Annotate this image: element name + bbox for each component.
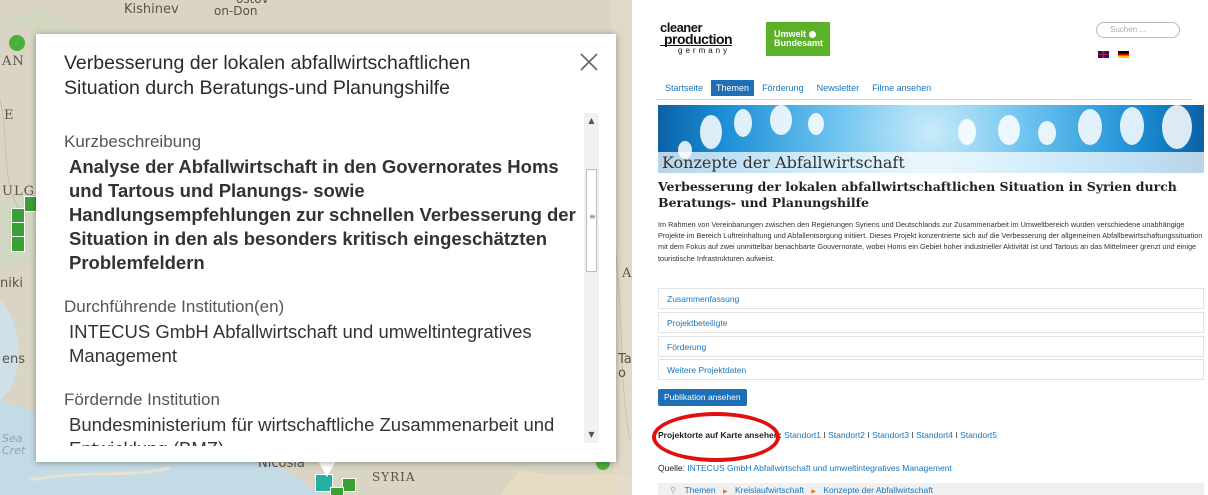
cleaner-production-logo[interactable]: cleaner production germany — [660, 21, 733, 56]
umweltbundesamt-logo[interactable]: Umwelt Bundesamt — [766, 22, 830, 56]
nav-item-themen[interactable]: Themen — [711, 79, 755, 96]
map-label-e: E — [4, 108, 15, 123]
accordion-zusammenfassung[interactable]: Zusammenfassung — [658, 288, 1204, 309]
nav-item-startseite[interactable]: Startseite — [660, 80, 708, 96]
field-label-foerdernde-institution: Fördernde Institution — [64, 390, 220, 409]
map-label-syria: SYRIA — [372, 470, 416, 484]
location-link-2[interactable]: Standort2 — [828, 430, 865, 440]
map-view[interactable]: Kishinev ostov on-Don AN E ULG niki ens … — [0, 0, 632, 495]
map-marker[interactable] — [342, 478, 356, 492]
location-pin-icon: ⚲ — [670, 485, 677, 495]
source-link[interactable]: INTECUS GmbH Abfallwirtschaft und umwelt… — [687, 463, 952, 473]
publication-button[interactable]: Publikation ansehen — [658, 389, 747, 406]
field-value-institution: INTECUS GmbH Abfallwirtschaft und umwelt… — [69, 321, 532, 366]
accordion-weitere-projektdaten[interactable]: Weitere Projektdaten — [658, 359, 1204, 380]
field-label-kurzbeschreibung: Kurzbeschreibung — [64, 132, 202, 151]
popup-pointer — [318, 461, 336, 477]
map-label-ens: ens — [2, 352, 26, 367]
location-link-4[interactable]: Standort4 — [916, 430, 953, 440]
nav-item-newsletter[interactable]: Newsletter — [812, 80, 865, 96]
map-label-cret: Cret — [2, 444, 26, 457]
main-nav: Startseite Themen Förderung Newsletter F… — [660, 79, 939, 96]
scroll-down-icon[interactable]: ▼ — [584, 427, 599, 443]
map-label-a: A — [622, 266, 632, 281]
field-value-kurzbeschreibung: Analyse der Abfallwirtschaft in den Gove… — [69, 156, 576, 273]
chevron-right-icon: ▶ — [723, 489, 728, 495]
breadcrumb: ⚲ Themen ▶ Kreislaufwirtschaft ▶ Konzept… — [658, 483, 1204, 495]
map-label-an: AN — [2, 54, 25, 69]
location-link-3[interactable]: Standort3 — [872, 430, 909, 440]
breadcrumb-item-themen[interactable]: Themen — [684, 485, 715, 495]
close-icon[interactable] — [577, 50, 601, 74]
intro-text: Im Rahmen von Vereinbarungen zwischen de… — [658, 220, 1203, 263]
de-flag-icon[interactable] — [1118, 51, 1130, 58]
topic-banner: Konzepte der Abfallwirtschaft — [658, 105, 1204, 173]
source-line: Quelle: INTECUS GmbH Abfallwirtschaft un… — [658, 463, 952, 473]
uk-flag-icon[interactable] — [1098, 51, 1109, 58]
scrollbar-thumb[interactable]: ≡ — [586, 169, 597, 272]
accordion-projektbeteiligte[interactable]: Projektbeteiligte — [658, 312, 1204, 333]
map-marker[interactable] — [9, 35, 25, 51]
web-page: cleaner production germany Umwelt Bundes… — [652, 0, 1208, 495]
divider — [656, 99, 1192, 100]
article-title: Verbesserung der lokalen abfallwirtschaf… — [658, 179, 1177, 210]
map-label-niki: niki — [0, 276, 23, 291]
scroll-up-icon[interactable]: ▲ — [584, 113, 599, 129]
map-label-ta: Ta — [618, 352, 632, 367]
accordion-foerderung[interactable]: Förderung — [658, 336, 1204, 357]
grip-icon: ≡ — [589, 212, 596, 221]
location-link-5[interactable]: Standort5 — [960, 430, 997, 440]
popup-content[interactable]: Kurzbeschreibung Analyse der Abfallwirts… — [64, 132, 589, 446]
map-label-on-don: on-Don — [214, 4, 258, 18]
map-popup: Verbesserung der lokalen abfallwirtschaf… — [36, 34, 616, 462]
logo-text: Bundesamt — [774, 38, 824, 48]
map-marker[interactable] — [330, 487, 344, 495]
map-marker[interactable] — [11, 236, 25, 252]
field-label-institution: Durchführende Institution(en) — [64, 297, 285, 316]
field-value-foerdernde-institution: Bundesministerium für wirtschaftliche Zu… — [69, 414, 555, 446]
breadcrumb-item-konzepte[interactable]: Konzepte der Abfallwirtschaft — [823, 485, 933, 495]
search-input[interactable]: Suchen ... — [1096, 22, 1180, 38]
highlight-annotation — [652, 412, 780, 462]
nav-item-filme[interactable]: Filme ansehen — [867, 80, 936, 96]
banner-title: Konzepte der Abfallwirtschaft — [662, 153, 905, 172]
popup-scrollbar[interactable]: ▲ ≡ ▼ — [584, 113, 599, 443]
location-link-1[interactable]: Standort1 — [784, 430, 821, 440]
logo-text: germany — [678, 46, 731, 55]
breadcrumb-item-kreislaufwirtschaft[interactable]: Kreislaufwirtschaft — [735, 485, 804, 495]
popup-title: Verbesserung der lokalen abfallwirtschaf… — [64, 52, 471, 99]
source-label: Quelle: — [658, 463, 685, 473]
logo-text: production — [660, 32, 733, 46]
map-label-o: o — [618, 366, 626, 381]
nav-item-foerderung[interactable]: Förderung — [757, 80, 809, 96]
chevron-right-icon: ▶ — [811, 489, 816, 495]
map-label-kishinev: Kishinev — [124, 2, 179, 17]
language-switcher — [1098, 51, 1133, 70]
